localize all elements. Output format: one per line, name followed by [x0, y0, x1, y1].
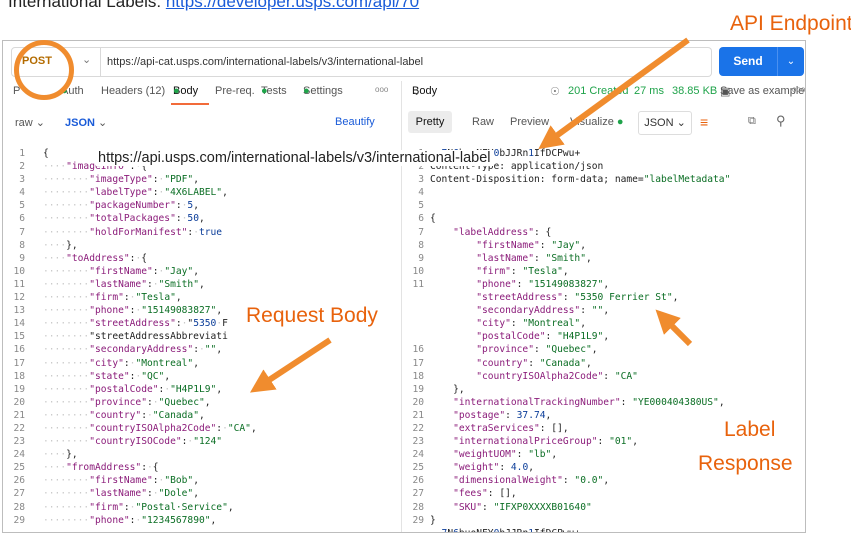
annotation-arrows: [249, 37, 693, 393]
label-response-arrow: [655, 309, 693, 347]
api-endpoint-arrow: [538, 37, 690, 150]
request-body-arrow: [249, 337, 332, 393]
